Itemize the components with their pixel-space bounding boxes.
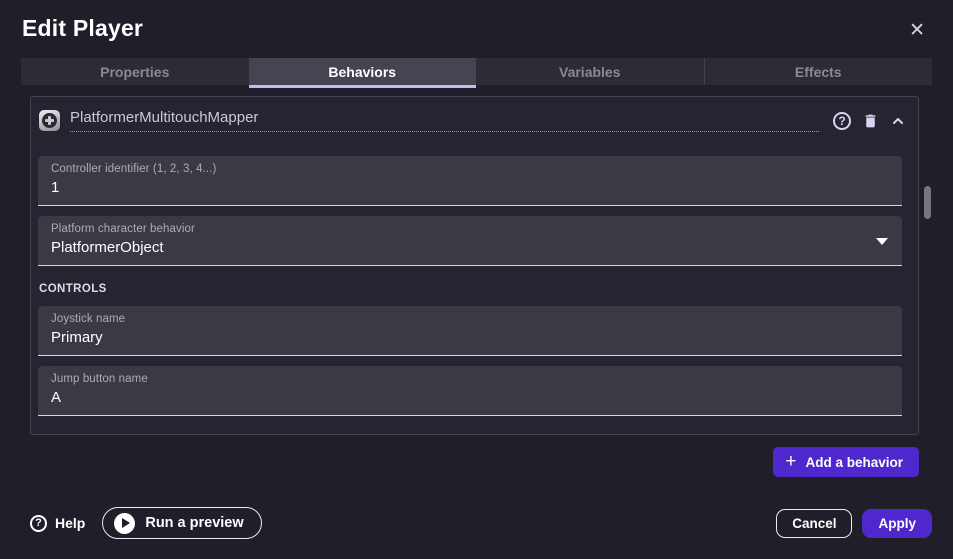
add-behavior-label: Add a behavior xyxy=(805,455,903,470)
tab-bar: Properties Behaviors Variables Effects xyxy=(21,58,932,85)
controls-section-heading: CONTROLS xyxy=(39,283,918,295)
field-label: Controller identifier (1, 2, 3, 4...) xyxy=(51,163,889,175)
tab-variables[interactable]: Variables xyxy=(476,58,704,85)
run-preview-label: Run a preview xyxy=(145,515,243,531)
cancel-button[interactable]: Cancel xyxy=(776,509,852,538)
delete-behavior-icon[interactable] xyxy=(862,112,879,130)
field-label: Joystick name xyxy=(51,313,889,325)
apply-button[interactable]: Apply xyxy=(862,509,932,538)
field-value: A xyxy=(51,389,889,406)
platform-character-behavior-select[interactable]: Platform character behavior PlatformerOb… xyxy=(38,216,902,266)
tab-properties[interactable]: Properties xyxy=(21,58,249,85)
dialog-header: Edit Player ✕ xyxy=(0,0,953,58)
dialog-footer: ? Help Run a preview Cancel Apply xyxy=(30,507,932,539)
behavior-name-input[interactable]: PlatformerMultitouchMapper xyxy=(70,109,819,132)
close-icon[interactable]: ✕ xyxy=(903,17,931,44)
help-icon: ? xyxy=(30,515,47,532)
joystick-name-field[interactable]: Joystick name Primary xyxy=(38,306,902,356)
tab-behaviors[interactable]: Behaviors xyxy=(249,58,477,85)
behavior-help-icon[interactable]: ? xyxy=(833,112,851,130)
behavior-card-header: PlatformerMultitouchMapper ? xyxy=(31,109,918,132)
page-title: Edit Player xyxy=(22,15,143,42)
field-value: Primary xyxy=(51,329,889,346)
field-value: PlatformerObject xyxy=(51,239,889,256)
help-button[interactable]: ? Help xyxy=(30,515,85,532)
field-label: Platform character behavior xyxy=(51,223,889,235)
jump-button-name-field[interactable]: Jump button name A xyxy=(38,366,902,416)
dropdown-arrow-icon xyxy=(876,238,888,245)
behavior-header-actions: ? xyxy=(833,112,906,130)
scrollbar-thumb[interactable] xyxy=(924,186,931,219)
behavior-dpad-icon xyxy=(39,110,60,131)
collapse-behavior-icon[interactable] xyxy=(890,113,906,129)
help-label: Help xyxy=(55,515,85,531)
field-label: Jump button name xyxy=(51,373,889,385)
field-value: 1 xyxy=(51,179,889,196)
run-preview-button[interactable]: Run a preview xyxy=(102,507,261,539)
play-icon xyxy=(114,513,135,534)
plus-icon: + xyxy=(785,452,796,471)
behavior-card: PlatformerMultitouchMapper ? Controller … xyxy=(30,96,919,435)
behaviors-panel: PlatformerMultitouchMapper ? Controller … xyxy=(30,96,919,477)
tab-effects[interactable]: Effects xyxy=(704,58,933,85)
controller-identifier-field[interactable]: Controller identifier (1, 2, 3, 4...) 1 xyxy=(38,156,902,206)
add-behavior-button[interactable]: + Add a behavior xyxy=(773,447,919,477)
edit-player-dialog: Edit Player ✕ Properties Behaviors Varia… xyxy=(0,0,953,477)
